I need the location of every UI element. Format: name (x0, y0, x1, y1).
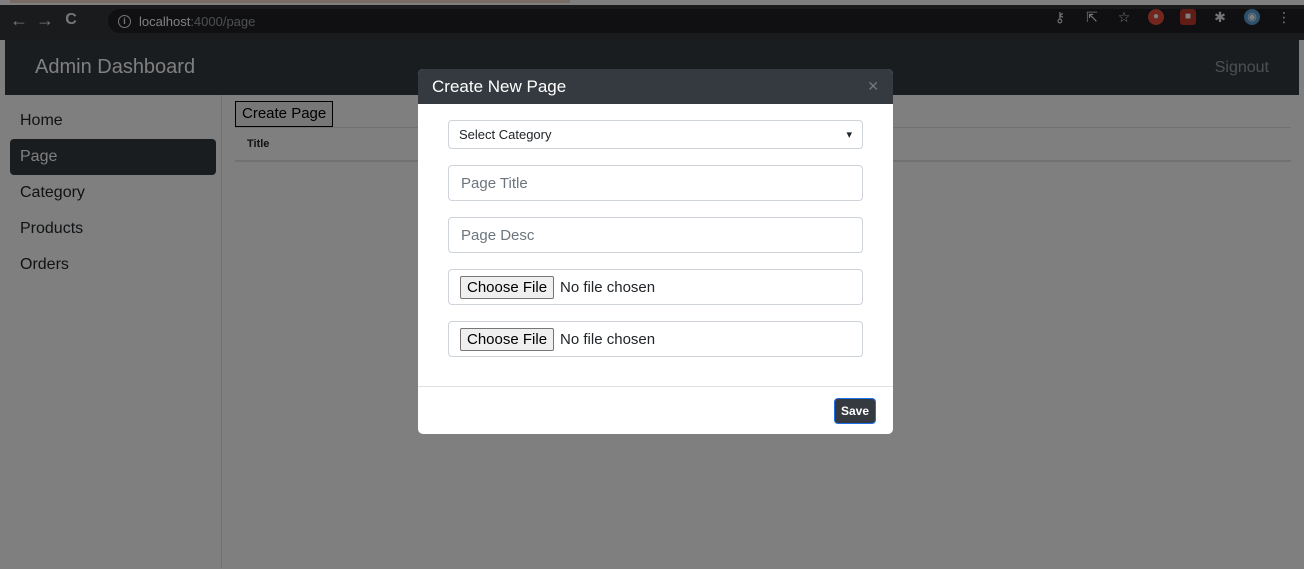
modal-footer: Save (418, 387, 893, 434)
modal-body: Select Category ▾ Page Title Page Desc C… (418, 104, 893, 387)
create-page-modal: Create New Page ✕ Select Category ▾ Page… (418, 69, 893, 434)
close-icon[interactable]: ✕ (867, 78, 879, 95)
chevron-down-icon: ▾ (846, 129, 852, 141)
page-title-input[interactable]: Page Title (448, 165, 863, 201)
choose-file-button-2[interactable]: Choose File (460, 327, 555, 351)
category-select-value: Select Category (459, 127, 552, 142)
file-input-2[interactable]: Choose File No file chosen (448, 321, 863, 357)
file-status-1: No file chosen (560, 278, 656, 296)
save-button[interactable]: Save (833, 397, 876, 424)
choose-file-button-1[interactable]: Choose File (460, 275, 555, 299)
file-status-2: No file chosen (560, 330, 656, 348)
modal-header: Create New Page ✕ (418, 69, 893, 104)
file-input-1[interactable]: Choose File No file chosen (448, 269, 863, 305)
modal-title: Create New Page (432, 76, 567, 96)
category-select[interactable]: Select Category ▾ (448, 120, 863, 149)
page-desc-input[interactable]: Page Desc (448, 217, 863, 253)
